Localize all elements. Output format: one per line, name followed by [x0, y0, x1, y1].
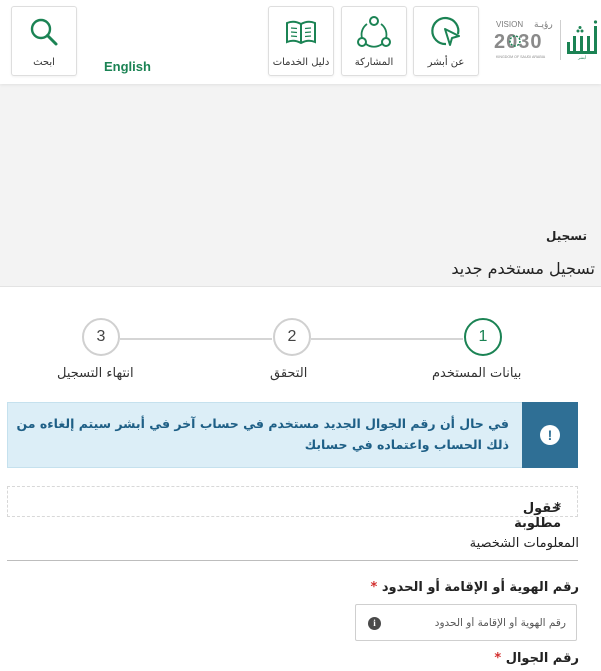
services-guide-button[interactable]: دليل الخدمات: [268, 6, 334, 76]
participation-label: المشاركة: [354, 57, 394, 68]
exclamation-icon: !: [540, 425, 560, 445]
participation-icon: [342, 15, 406, 49]
stepper-line-1: [120, 338, 272, 340]
required-fields-note: * حقول مطلوبة: [7, 486, 578, 531]
info-alert: ! في حال أن رقم الجوال الجديد مستخدم في …: [7, 402, 578, 468]
search-button[interactable]: ابحث: [11, 6, 77, 76]
vision-2030-logo: VISION رؤيـة 2030 KINGDOM OF SAUDI ARABI…: [494, 14, 558, 64]
step-1-label: بيانات المستخدم: [432, 366, 522, 381]
required-star: *: [370, 580, 378, 595]
vision-word: VISION: [496, 20, 523, 29]
about-absher-label: عن أبشر: [427, 57, 465, 68]
required-note-text: حقول مطلوبة: [514, 501, 561, 531]
step-2-circle: 2: [273, 318, 311, 356]
id-field-label: رقم الهوية أو الإقامة أو الحدود *: [370, 580, 579, 595]
alert-text: في حال أن رقم الجوال الجديد مستخدم في حس…: [16, 416, 509, 452]
section-divider: [7, 560, 578, 561]
absher-logo: أبشر: [565, 18, 599, 60]
vision-arabic: رؤيـة: [534, 20, 553, 30]
language-toggle[interactable]: English: [104, 59, 151, 74]
breadcrumb[interactable]: تسجيل: [546, 229, 587, 243]
id-input-wrapper: i: [355, 604, 577, 641]
absher-logo-text: أبشر: [577, 55, 586, 60]
alert-icon-box: !: [522, 402, 578, 468]
page-title: تسجيل مستخدم جديد: [451, 259, 595, 278]
id-number-input[interactable]: [390, 605, 568, 640]
step-2-label: التحقق: [270, 366, 308, 381]
vision-kingdom: KINGDOM OF SAUDI ARABIA: [496, 55, 546, 59]
top-header: ابحث English دليل الخدمات المشاركة عن أب…: [0, 0, 601, 84]
required-star: *: [494, 651, 502, 666]
step-3-label: انتهاء التسجيل: [57, 366, 134, 381]
step-3-circle: 3: [82, 318, 120, 356]
search-label: ابحث: [33, 57, 55, 68]
search-icon: [12, 15, 76, 49]
step-1-circle: 1: [464, 318, 502, 356]
cursor-icon: [414, 15, 478, 49]
section-title: المعلومات الشخصية: [469, 536, 579, 551]
services-guide-label: دليل الخدمات: [272, 57, 330, 68]
vision-year: 2030: [494, 31, 543, 53]
stepper-line-2: [311, 338, 463, 340]
about-absher-button[interactable]: عن أبشر: [413, 6, 479, 76]
logo-divider: [560, 20, 561, 60]
info-icon[interactable]: i: [368, 617, 381, 630]
mobile-field-label: رقم الجوال *: [494, 651, 579, 666]
book-icon: [269, 15, 333, 49]
participation-button[interactable]: المشاركة: [341, 6, 407, 76]
